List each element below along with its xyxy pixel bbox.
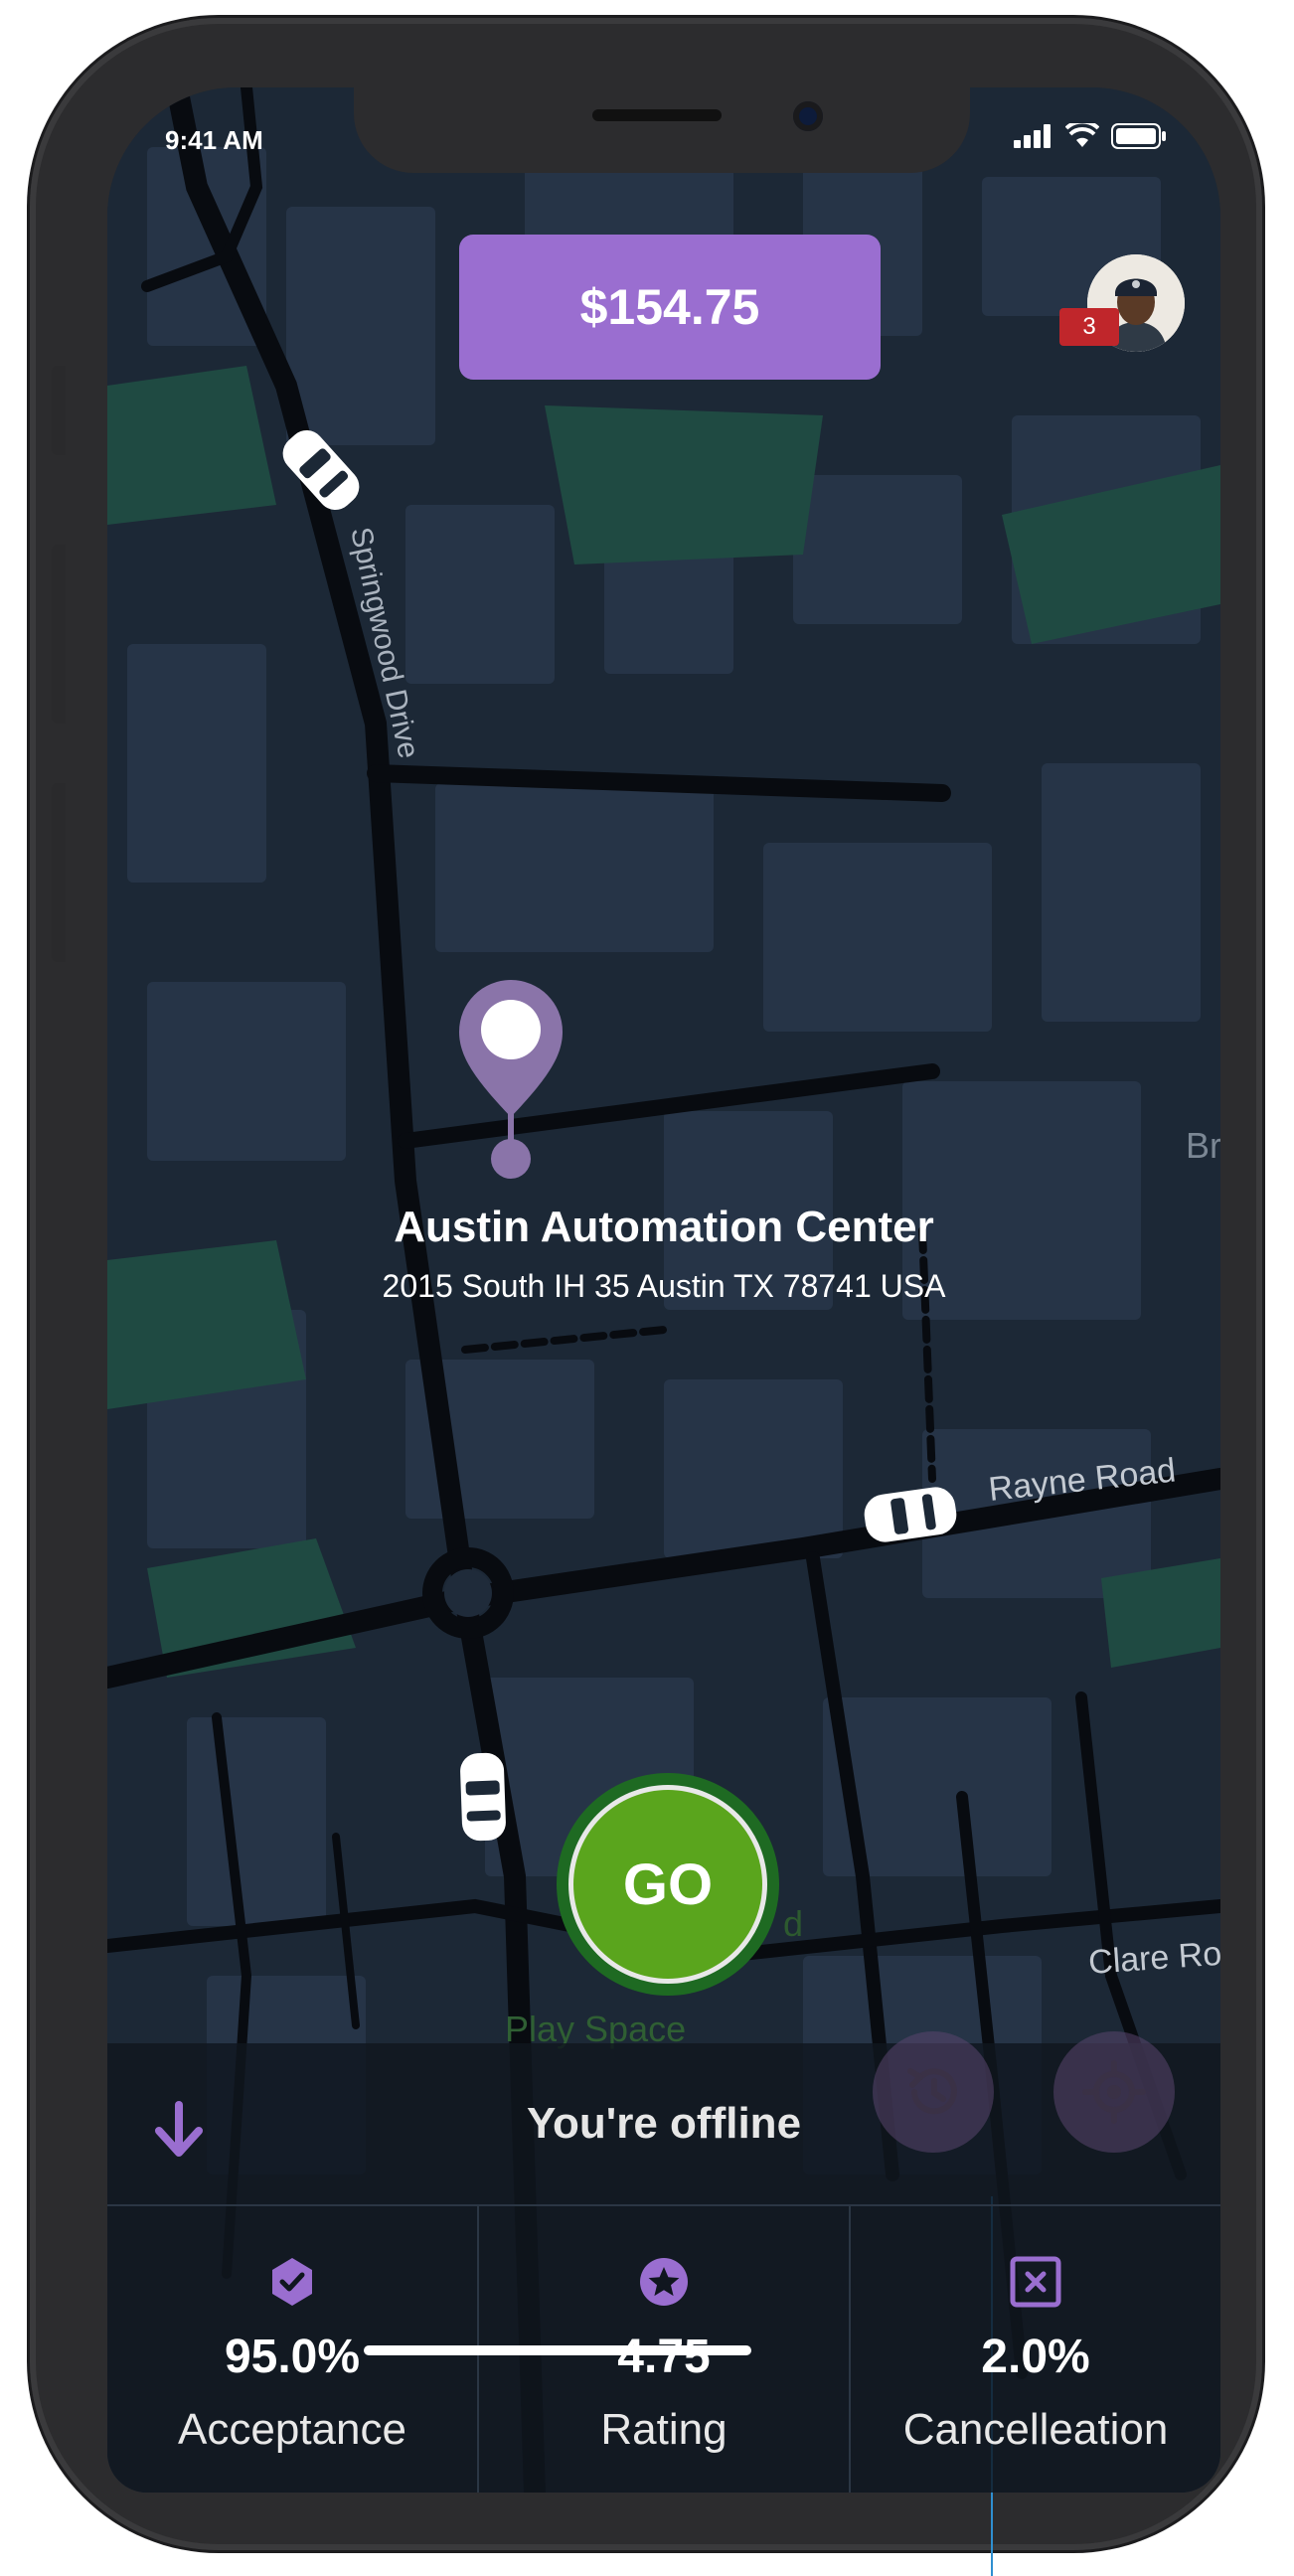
rating-value: 4.75 <box>617 2331 711 2383</box>
volume-down-button <box>52 783 66 962</box>
signal-icon <box>1014 124 1051 148</box>
front-camera <box>793 101 823 131</box>
battery-icon <box>1111 123 1166 149</box>
stat-cancellation[interactable]: 2.0% Cancelleation <box>851 2206 1220 2493</box>
history-icon <box>907 2068 957 2115</box>
place-label-partial-letter: d <box>783 1903 803 1944</box>
acceptance-label: Acceptance <box>178 2405 406 2454</box>
cancellation-label: Cancelleation <box>902 2405 1169 2454</box>
history-button[interactable] <box>873 2031 994 2153</box>
notch <box>354 87 970 173</box>
home-indicator[interactable] <box>364 2345 751 2355</box>
street-label-partial: Br <box>1186 1125 1220 1166</box>
offline-status-text: You're offline <box>526 2099 802 2148</box>
mute-switch <box>52 366 66 455</box>
speaker <box>592 109 722 121</box>
destination-name: Austin Automation Center <box>394 1203 934 1251</box>
go-button[interactable]: GO <box>557 1773 779 1996</box>
rating-label: Rating <box>600 2405 728 2454</box>
locate-button[interactable] <box>1053 2031 1175 2153</box>
notification-badge: 3 <box>1059 308 1119 346</box>
status-icons <box>1014 123 1167 149</box>
verified-shield-icon <box>272 2258 312 2306</box>
destination-address: 2015 South IH 35 Austin TX 78741 USA <box>382 1268 946 1304</box>
car-icon <box>460 1752 506 1842</box>
volume-up-button <box>52 545 66 724</box>
offline-row[interactable]: You're offline <box>107 2043 1220 2202</box>
cancel-box-icon <box>1010 2256 1061 2308</box>
app-screen: Springwood Drive Rayne Road Clare Ro Br … <box>107 87 1220 2493</box>
earnings-button[interactable]: $154.75 <box>459 235 881 380</box>
star-circle-icon <box>640 2258 688 2306</box>
cancellation-value: 2.0% <box>981 2331 1090 2383</box>
acceptance-value: 95.0% <box>224 2331 361 2383</box>
crosshair-icon <box>1082 2060 1146 2124</box>
go-button-label: GO <box>573 1790 762 1979</box>
status-panel: You're offline 95.0% Acceptance 4.75 Rat… <box>107 2043 1220 2493</box>
wifi-icon <box>1065 123 1099 147</box>
status-time: 9:41 AM <box>165 125 263 155</box>
